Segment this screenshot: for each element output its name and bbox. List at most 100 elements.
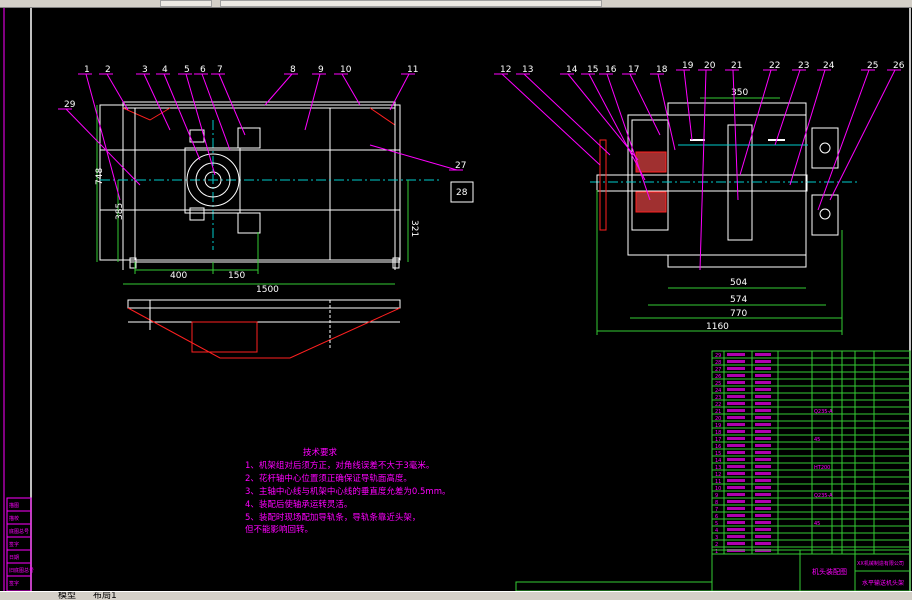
parts-code-cell — [727, 514, 745, 517]
parts-name-cell — [755, 416, 771, 419]
leader-line — [817, 69, 870, 211]
side-view — [590, 102, 860, 268]
parts-code-cell — [727, 500, 745, 503]
parts-code-cell — [727, 444, 745, 447]
leader-line — [501, 73, 601, 166]
parts-code-cell — [727, 402, 745, 405]
leader-line — [683, 69, 693, 141]
parts-list-table: 2928272625242322212019181716151413121110… — [711, 350, 911, 555]
parts-name-cell — [755, 465, 771, 468]
drawing-name: 水平输送机头架 — [862, 579, 904, 587]
leader-line — [699, 69, 707, 271]
note-line: 5、装配时现场配加导轨条，导轨条靠近头架， — [245, 512, 420, 523]
leader-line — [201, 73, 231, 151]
material-cell: 45 — [814, 437, 820, 443]
dim-770: 770 — [730, 309, 747, 319]
parts-name-cell — [755, 479, 771, 482]
parts-name-cell — [755, 409, 771, 412]
note-line: 2、花杆轴中心位置须正确保证导轨面高度。 — [245, 473, 412, 484]
parts-code-cell — [727, 423, 745, 426]
dim-150: 150 — [228, 271, 245, 281]
parts-name-cell — [755, 402, 771, 405]
dim-400: 400 — [170, 271, 187, 281]
parts-code-cell — [727, 430, 745, 433]
parts-name-cell — [755, 395, 771, 398]
leader-line — [774, 69, 801, 146]
parts-name-cell — [755, 423, 771, 426]
parts-name-cell — [755, 493, 771, 496]
leader-line — [739, 69, 772, 176]
leader-line — [163, 73, 201, 161]
parts-name-cell — [755, 521, 771, 524]
notes-title: 技术要求 — [303, 447, 338, 458]
leader-line — [657, 73, 676, 151]
side-table-cell: 描校 — [9, 515, 19, 522]
leader-line — [369, 144, 458, 171]
leader-line — [185, 73, 216, 176]
parts-name-cell — [755, 444, 771, 447]
material-cell: Q235-A — [814, 493, 833, 499]
title-block: 机头装配图 XX机械制造有限公司 水平输送机头架 — [515, 549, 911, 591]
technical-requirements: 技术要求 1、机架组对后须方正，对角线误差不大于3毫米。 2、花杆轴中心位置须正… — [245, 447, 451, 535]
side-table-cell: 签字 — [9, 541, 19, 548]
cad-drawing-canvas[interactable]: 748 385 321 400 150 1500 1 2 3 4 5 6 7 8 9 10 1129… — [0, 8, 912, 591]
parts-name-cell — [755, 486, 771, 489]
parts-code-cell — [727, 416, 745, 419]
parts-code-cell — [727, 528, 745, 531]
material-cell: 45 — [814, 521, 820, 527]
parts-name-cell — [755, 353, 771, 356]
parts-code-cell — [727, 493, 745, 496]
parts-name-cell — [755, 437, 771, 440]
parts-code-cell — [727, 367, 745, 370]
parts-name-cell — [755, 514, 771, 517]
dim-1160: 1160 — [706, 322, 729, 332]
note-line: 但不能影响回转。 — [245, 524, 313, 535]
scrollbar-thumb[interactable] — [160, 0, 212, 7]
parts-code-cell — [727, 437, 745, 440]
dim-748: 748 — [95, 168, 105, 185]
parts-name-cell — [755, 472, 771, 475]
horizontal-scrollbar[interactable] — [220, 0, 602, 7]
parts-code-cell — [727, 479, 745, 482]
parts-code-cell — [727, 472, 745, 475]
project-name: 机头装配图 — [812, 567, 847, 576]
parts-code-cell — [727, 353, 745, 356]
balloon-28: 28 — [456, 188, 468, 198]
side-table-cell: 签字 — [9, 580, 19, 587]
parts-name-cell — [755, 542, 771, 545]
parts-code-cell — [727, 360, 745, 363]
note-line: 1、机架组对后须方正，对角线误差不大于3毫米。 — [245, 460, 434, 471]
front-view-dim-text: 748 385 321 400 150 1500 — [95, 168, 419, 295]
parts-code-cell — [727, 486, 745, 489]
parts-name-cell — [755, 381, 771, 384]
side-table-cell: 旧底图总号 — [9, 567, 34, 574]
material-cell: HT200 — [814, 465, 830, 471]
dim-504: 504 — [730, 278, 747, 288]
parts-code-cell — [727, 395, 745, 398]
parts-name-cell — [755, 360, 771, 363]
parts-code-cell — [727, 507, 745, 510]
leader-line — [829, 69, 896, 201]
front-view — [99, 101, 440, 359]
leader-line — [341, 73, 361, 106]
material-cell: Q235-A — [814, 409, 833, 415]
dim-321: 321 — [409, 220, 419, 237]
side-table-cell: 底图总号 — [9, 528, 29, 535]
front-view-dimensions — [96, 105, 409, 285]
parts-code-cell — [727, 388, 745, 391]
parts-code-cell — [727, 381, 745, 384]
parts-code-cell — [727, 451, 745, 454]
note-line: 4、装配后使轴承运转灵活。 — [245, 499, 352, 510]
parts-name-cell — [755, 451, 771, 454]
parts-name-cell — [755, 388, 771, 391]
parts-name-cell — [755, 458, 771, 461]
parts-code-cell — [727, 542, 745, 545]
note-line: 3、主轴中心线与机架中心线的垂直度允差为0.5mm。 — [245, 486, 451, 497]
side-table-cell: 描图 — [9, 502, 19, 509]
side-view-balloons: 12 13 14 15 16 17 18 19 20 21 22 23 24 25 26 — [494, 61, 905, 271]
leader-line — [629, 73, 661, 136]
parts-name-cell — [755, 500, 771, 503]
leader-line — [264, 73, 293, 106]
parts-name-cell — [755, 528, 771, 531]
parts-code-cell — [727, 535, 745, 538]
